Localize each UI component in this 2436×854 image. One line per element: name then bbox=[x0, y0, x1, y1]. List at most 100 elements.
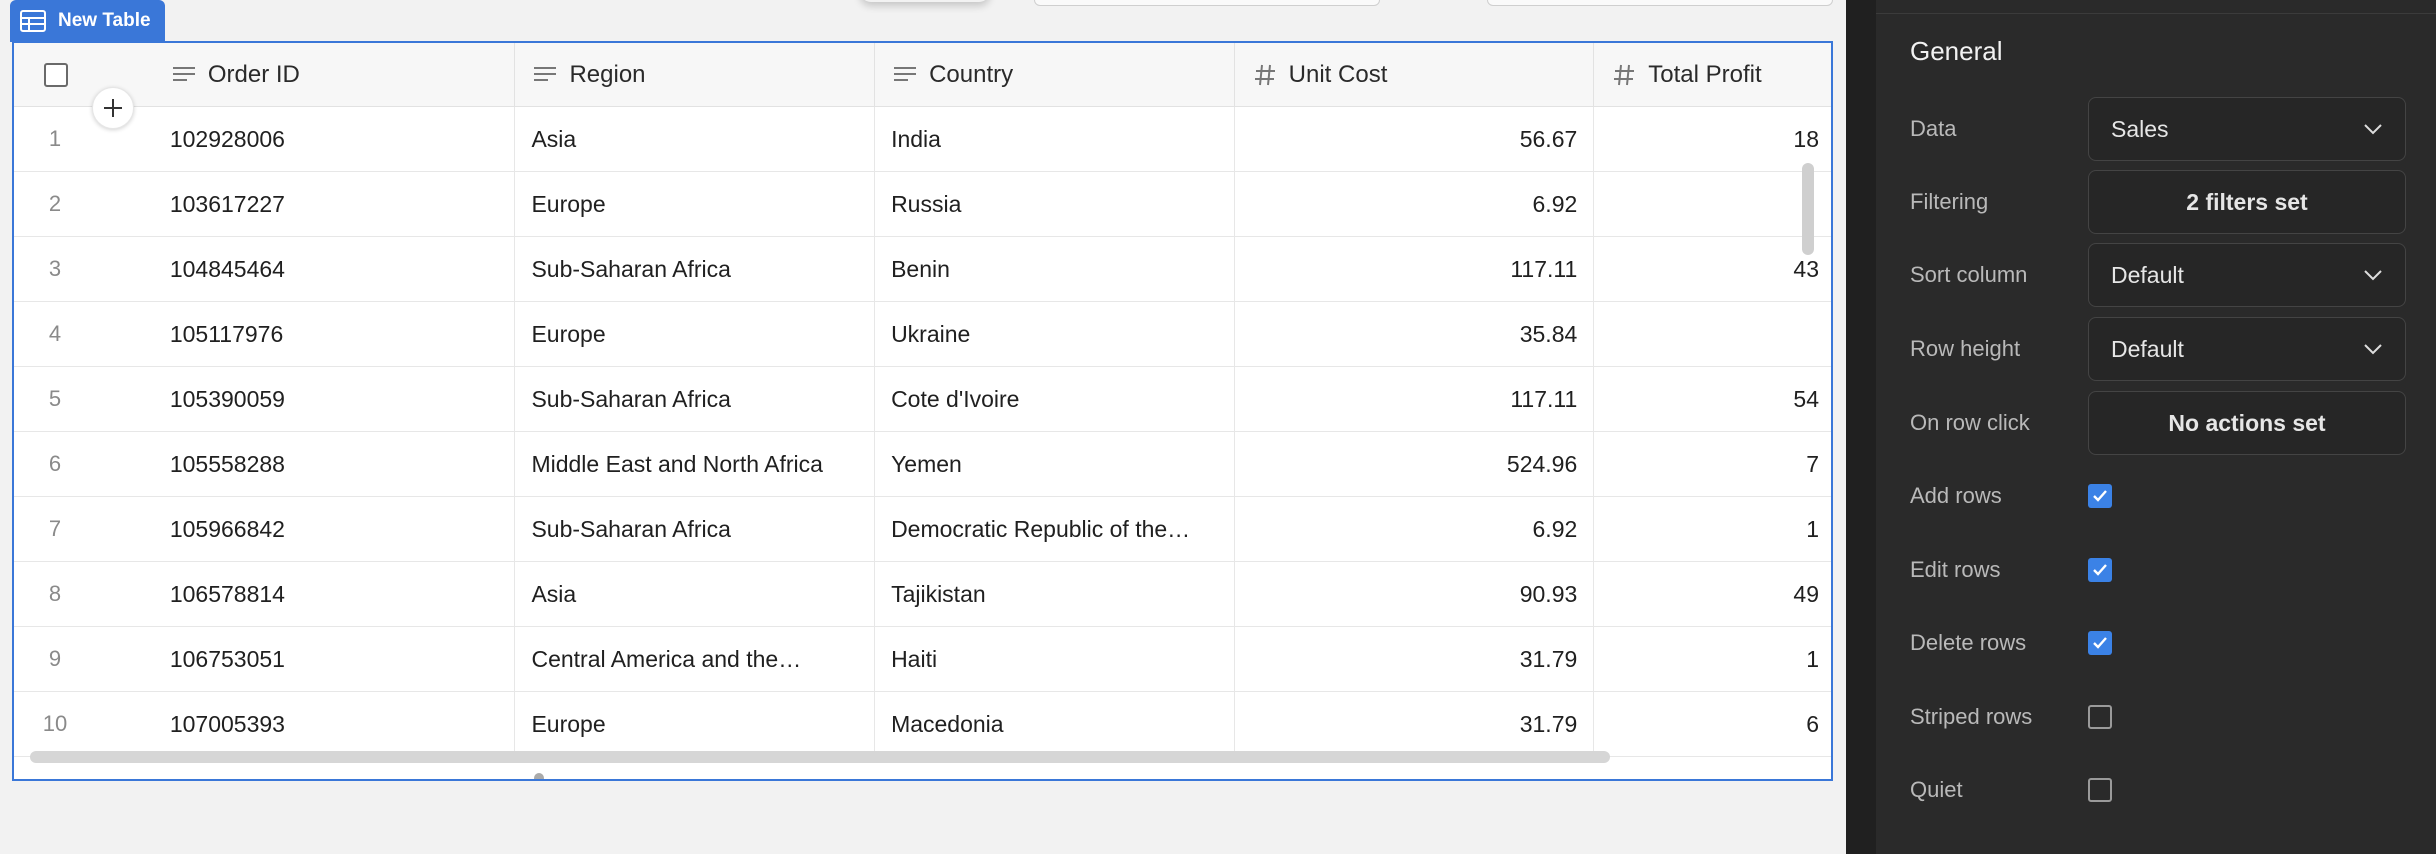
table-row[interactable]: 4 105117976 Europe Ukraine 35.84 bbox=[14, 302, 1831, 367]
cell-region[interactable]: Europe bbox=[515, 692, 876, 756]
edit-rows-row: Edit rows bbox=[1910, 538, 2410, 602]
column-header-region[interactable]: Region bbox=[515, 43, 876, 107]
cell-total-profit[interactable]: 43 bbox=[1594, 237, 1831, 301]
cell-total-profit[interactable] bbox=[1594, 302, 1831, 366]
cell-total-profit[interactable] bbox=[1594, 172, 1831, 236]
cell-region[interactable]: Asia bbox=[515, 107, 876, 171]
filtering-button[interactable]: 2 filters set bbox=[2088, 170, 2406, 234]
cell-region[interactable]: Europe bbox=[515, 172, 876, 236]
cell-total-profit[interactable]: 7 bbox=[1594, 432, 1831, 496]
cell-region[interactable]: Asia bbox=[515, 562, 876, 626]
cell-total-profit[interactable]: 1 bbox=[1594, 627, 1831, 691]
cell-unit-cost[interactable]: 56.67 bbox=[1235, 107, 1595, 171]
cell-country[interactable]: India bbox=[875, 107, 1235, 171]
table-row[interactable]: 2 103617227 Europe Russia 6.92 bbox=[14, 172, 1831, 237]
toolbar-field-right[interactable] bbox=[1487, 0, 1833, 6]
cell-order-id[interactable]: 104845464 bbox=[154, 237, 516, 301]
cell-country[interactable]: Democratic Republic of the… bbox=[875, 497, 1235, 561]
cell-total-profit[interactable]: 1 bbox=[1594, 497, 1831, 561]
data-select[interactable]: Sales bbox=[2088, 97, 2406, 161]
cell-unit-cost[interactable]: 117.11 bbox=[1235, 367, 1595, 431]
column-label: Unit Cost bbox=[1288, 61, 1388, 88]
widget-tag-label: New Table bbox=[58, 10, 151, 31]
table-row[interactable]: 1 102928006 Asia India 56.67 18 bbox=[14, 107, 1831, 172]
hash-icon bbox=[1254, 64, 1275, 86]
cell-unit-cost[interactable]: 31.79 bbox=[1235, 627, 1595, 691]
column-header-country[interactable]: Country bbox=[875, 43, 1235, 107]
delete-rows-row: Delete rows bbox=[1910, 611, 2410, 675]
edit-rows-checkbox[interactable] bbox=[2088, 558, 2112, 582]
cell-country[interactable]: Tajikistan bbox=[875, 562, 1235, 626]
horizontal-scrollbar[interactable] bbox=[30, 751, 1610, 763]
striped-rows-row: Striped rows bbox=[1910, 685, 2410, 749]
cell-unit-cost[interactable]: 35.84 bbox=[1235, 302, 1595, 366]
row-number: 10 bbox=[42, 711, 68, 736]
cell-unit-cost[interactable]: 524.96 bbox=[1235, 432, 1595, 496]
cell-country[interactable]: Benin bbox=[875, 237, 1235, 301]
delete-rows-checkbox[interactable] bbox=[2088, 631, 2112, 655]
cell-unit-cost[interactable]: 31.79 bbox=[1235, 692, 1595, 756]
cell-region[interactable]: Sub-Saharan Africa bbox=[515, 367, 876, 431]
cell-region[interactable]: Europe bbox=[515, 302, 876, 366]
quiet-checkbox[interactable] bbox=[2088, 778, 2112, 802]
cell-country[interactable]: Haiti bbox=[875, 627, 1235, 691]
cell-order-id[interactable]: 105390059 bbox=[154, 367, 516, 431]
cell-country[interactable]: Cote d'Ivoire bbox=[875, 367, 1235, 431]
select-all-checkbox[interactable] bbox=[44, 63, 68, 87]
cell-region[interactable]: Central America and the… bbox=[515, 627, 876, 691]
table-row[interactable]: 7 105966842 Sub-Saharan Africa Democrati… bbox=[14, 497, 1831, 562]
cell-region[interactable]: Middle East and North Africa bbox=[515, 432, 876, 496]
cell-unit-cost[interactable]: 6.92 bbox=[1235, 497, 1595, 561]
table-widget[interactable]: Order ID Region Country Unit Cost Total … bbox=[12, 41, 1833, 781]
cell-country[interactable]: Macedonia bbox=[875, 692, 1235, 756]
row-number: 5 bbox=[48, 386, 62, 411]
cell-unit-cost[interactable]: 90.93 bbox=[1235, 562, 1595, 626]
column-header-unit-cost[interactable]: Unit Cost bbox=[1235, 43, 1595, 107]
cell-country[interactable]: Russia bbox=[875, 172, 1235, 236]
cell-order-id[interactable]: 106753051 bbox=[154, 627, 516, 691]
column-label: Region bbox=[569, 61, 646, 88]
toolbar-field-left[interactable] bbox=[1034, 0, 1380, 6]
widget-tag[interactable]: New Table bbox=[10, 0, 165, 42]
table-row[interactable]: 9 106753051 Central America and the… Hai… bbox=[14, 627, 1831, 692]
vertical-scrollbar[interactable] bbox=[1802, 163, 1814, 255]
column-header-total-profit[interactable]: Total Profit bbox=[1594, 43, 1831, 107]
column-header-order-id[interactable]: Order ID bbox=[154, 43, 516, 107]
table-row[interactable]: 5 105390059 Sub-Saharan Africa Cote d'Iv… bbox=[14, 367, 1831, 432]
checkmark-icon bbox=[2093, 637, 2107, 649]
add-rows-checkbox[interactable] bbox=[2088, 484, 2112, 508]
cell-total-profit[interactable]: 6 bbox=[1594, 692, 1831, 756]
striped-rows-checkbox[interactable] bbox=[2088, 705, 2112, 729]
on-row-click-button[interactable]: No actions set bbox=[2088, 391, 2406, 455]
cell-region[interactable]: Sub-Saharan Africa bbox=[515, 497, 876, 561]
add-column-button[interactable] bbox=[92, 87, 134, 129]
cell-region[interactable]: Sub-Saharan Africa bbox=[515, 237, 876, 301]
toolbar-pill bbox=[860, 0, 990, 2]
cell-unit-cost[interactable]: 6.92 bbox=[1235, 172, 1595, 236]
striped-rows-label: Striped rows bbox=[1910, 704, 2033, 729]
cell-total-profit[interactable]: 49 bbox=[1594, 562, 1831, 626]
row-number: 6 bbox=[48, 451, 62, 476]
cell-order-id[interactable]: 107005393 bbox=[154, 692, 516, 756]
row-number: 3 bbox=[48, 256, 62, 281]
data-row: Data Sales bbox=[1910, 97, 2410, 161]
cell-order-id[interactable]: 102928006 bbox=[154, 107, 516, 171]
cell-total-profit[interactable]: 54 bbox=[1594, 367, 1831, 431]
cell-order-id[interactable]: 105117976 bbox=[154, 302, 516, 366]
cell-country[interactable]: Ukraine bbox=[875, 302, 1235, 366]
table-row[interactable]: 10 107005393 Europe Macedonia 31.79 6 bbox=[14, 692, 1831, 757]
cell-order-id[interactable]: 103617227 bbox=[154, 172, 516, 236]
sort-column-select[interactable]: Default bbox=[2088, 243, 2406, 307]
table-row[interactable]: 6 105558288 Middle East and North Africa… bbox=[14, 432, 1831, 497]
cell-total-profit[interactable]: 18 bbox=[1594, 107, 1831, 171]
text-column-icon bbox=[894, 67, 917, 81]
cell-unit-cost[interactable]: 117.11 bbox=[1235, 237, 1595, 301]
cell-country[interactable]: Yemen bbox=[875, 432, 1235, 496]
row-height-select[interactable]: Default bbox=[2088, 317, 2406, 381]
cell-order-id[interactable]: 106578814 bbox=[154, 562, 516, 626]
panel-top-border bbox=[1876, 0, 2436, 14]
table-row[interactable]: 3 104845464 Sub-Saharan Africa Benin 117… bbox=[14, 237, 1831, 302]
cell-order-id[interactable]: 105558288 bbox=[154, 432, 516, 496]
table-row[interactable]: 8 106578814 Asia Tajikistan 90.93 49 bbox=[14, 562, 1831, 627]
cell-order-id[interactable]: 105966842 bbox=[154, 497, 516, 561]
